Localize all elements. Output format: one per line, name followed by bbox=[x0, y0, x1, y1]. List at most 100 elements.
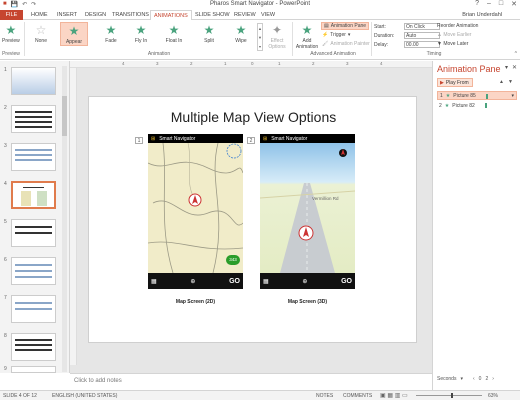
slide-thumbnail[interactable] bbox=[11, 257, 56, 285]
slide-thumbnail[interactable] bbox=[11, 333, 56, 361]
animation-none[interactable]: ☆ None bbox=[28, 22, 54, 44]
animation-pane-icon: ▤ bbox=[324, 23, 329, 29]
animation-label: Wipe bbox=[235, 38, 247, 44]
zoom-icon: ⊕ bbox=[302, 278, 308, 285]
reorder-down-button[interactable]: ▼ bbox=[508, 79, 513, 85]
duration-input[interactable]: Auto bbox=[404, 32, 440, 39]
chevron-down-icon[interactable]: ▾ bbox=[505, 64, 508, 71]
start-select[interactable]: On Click bbox=[404, 23, 440, 30]
phone-image-2d[interactable]: ⊞ Smart Navigator 343 ▦ ⊕ GO bbox=[148, 134, 243, 289]
animation-pane-button[interactable]: ▤ Animation Pane bbox=[321, 22, 370, 30]
add-animation-button[interactable]: ★ Add Animation bbox=[296, 22, 318, 50]
tab-design[interactable]: DESIGN bbox=[82, 11, 109, 19]
collapse-ribbon-icon[interactable]: ^ bbox=[515, 51, 517, 57]
painter-icon: 🖌 bbox=[322, 41, 329, 47]
animation-item[interactable]: 2 ★ Picture 82 bbox=[437, 101, 517, 110]
slide-thumbnail[interactable] bbox=[11, 295, 56, 323]
tab-slide-show[interactable]: SLIDE SHOW bbox=[192, 11, 233, 19]
move-later-button[interactable]: ▼ Move Later bbox=[437, 41, 468, 47]
view-buttons: ▣ ▦ ▥ ▭ bbox=[380, 392, 408, 399]
play-from-button[interactable]: ▶ Play From bbox=[437, 78, 473, 87]
tab-home[interactable]: HOME bbox=[28, 11, 51, 19]
start-row: Start: On Click bbox=[374, 23, 440, 30]
star-icon: ★ bbox=[168, 23, 180, 37]
reorder-up-button[interactable]: ▲ bbox=[499, 79, 504, 85]
comments-button[interactable]: COMMENTS bbox=[343, 393, 372, 399]
map-roads bbox=[148, 143, 243, 273]
seconds-tick: 0 bbox=[478, 376, 482, 382]
preview-group-label: Preview bbox=[2, 51, 20, 57]
tab-transitions[interactable]: TRANSITIONS bbox=[109, 11, 152, 19]
slide-number: 7 bbox=[4, 295, 7, 301]
reading-view-icon[interactable]: ▥ bbox=[395, 393, 401, 399]
animation-item-label: Picture 85 bbox=[453, 92, 476, 99]
slide-thumbnails-pane: 1 2 3 4 5 6 7 8 9 bbox=[0, 61, 70, 373]
animation-fade[interactable]: ★ Fade bbox=[98, 22, 124, 44]
delay-row: Delay: 00.00 bbox=[374, 41, 440, 48]
animation-tag[interactable]: 1 bbox=[135, 137, 143, 144]
tab-insert[interactable]: INSERT bbox=[54, 11, 80, 19]
chevron-down-icon[interactable]: ▾ bbox=[460, 376, 463, 382]
caption-3d[interactable]: Map Screen (3D) bbox=[260, 299, 355, 305]
add-animation-label: Add Animation bbox=[295, 38, 319, 50]
slide-number: 2 bbox=[4, 105, 7, 111]
phone-image-3d[interactable]: ⊞ Smart Navigator Vermillion Rd ▦ ⊕ GO bbox=[260, 134, 355, 289]
trigger-button[interactable]: ⚡ Trigger ▾ bbox=[322, 32, 350, 38]
animation-float-in[interactable]: ★ Float In bbox=[160, 22, 188, 44]
animation-fly-in[interactable]: ★ Fly In bbox=[128, 22, 154, 44]
slideshow-icon[interactable]: ▭ bbox=[402, 393, 408, 399]
animation-appear[interactable]: ★ Appear bbox=[60, 22, 88, 46]
minimize-button[interactable]: – bbox=[487, 0, 491, 8]
scrollbar-thumb[interactable] bbox=[62, 96, 67, 136]
thumbnails-scrollbar[interactable] bbox=[62, 66, 67, 372]
preview-button[interactable]: ★ Preview bbox=[2, 22, 20, 44]
notes-pane[interactable]: Click to add notes bbox=[70, 373, 432, 390]
tab-review[interactable]: REVIEW bbox=[231, 11, 259, 19]
move-earlier-button[interactable]: ▲ Move Earlier bbox=[437, 32, 471, 38]
slide-thumbnail[interactable] bbox=[11, 219, 56, 247]
animation-painter-button[interactable]: 🖌 Animation Painter bbox=[322, 41, 370, 47]
road-label: Vermillion Rd bbox=[312, 196, 339, 201]
user-name[interactable]: Brian Underdahl bbox=[462, 12, 502, 18]
phone-app-title: Smart Navigator bbox=[271, 135, 308, 142]
animation-item[interactable]: 1 ★ Picture 85 ▾ bbox=[437, 91, 517, 100]
go-label: GO bbox=[229, 277, 240, 285]
zoom-slider-knob[interactable] bbox=[451, 393, 453, 398]
seconds-label[interactable]: Seconds bbox=[437, 376, 456, 382]
help-button[interactable]: ? bbox=[475, 0, 479, 8]
notes-button[interactable]: NOTES bbox=[316, 393, 333, 399]
slide[interactable]: Multiple Map View Options 1 ⊞ Smart Navi… bbox=[88, 96, 417, 343]
nav-left-icon[interactable]: ‹ bbox=[473, 376, 475, 382]
tab-view[interactable]: VIEW bbox=[258, 11, 278, 19]
move-later-label: Move Later bbox=[443, 41, 469, 47]
gallery-scroll[interactable]: ▲ ▼ ▾ bbox=[257, 23, 263, 51]
slide-title[interactable]: Multiple Map View Options bbox=[89, 109, 418, 125]
slide-thumbnail-active[interactable] bbox=[11, 181, 56, 209]
tab-file[interactable]: FILE bbox=[0, 10, 23, 20]
slide-number: 5 bbox=[4, 219, 7, 225]
ribbon: ★ Preview Preview ☆ None ★ Appear ★ Fade… bbox=[0, 20, 520, 60]
animation-split[interactable]: ★ Split bbox=[196, 22, 222, 44]
nav-right-icon[interactable]: › bbox=[492, 376, 494, 382]
delay-input[interactable]: 00.00 bbox=[404, 41, 440, 48]
slide-thumbnail[interactable] bbox=[11, 67, 56, 95]
effect-options-button[interactable]: ✦ Effect Options bbox=[265, 22, 289, 50]
slide-thumbnail[interactable] bbox=[11, 366, 56, 373]
chevron-down-icon[interactable]: ▾ bbox=[511, 93, 514, 99]
normal-view-icon[interactable]: ▣ bbox=[380, 393, 386, 399]
zoom-slider[interactable] bbox=[416, 393, 482, 398]
animation-wipe[interactable]: ★ Wipe bbox=[228, 22, 254, 44]
animation-tag[interactable]: 2 bbox=[247, 137, 255, 144]
maximize-button[interactable]: □ bbox=[499, 0, 503, 8]
slide-sorter-icon[interactable]: ▦ bbox=[387, 393, 393, 399]
map-2d: 343 bbox=[148, 143, 243, 273]
caption-2d[interactable]: Map Screen (2D) bbox=[148, 299, 243, 305]
star-icon: ★ bbox=[68, 24, 80, 38]
slide-thumbnail[interactable] bbox=[11, 143, 56, 171]
close-icon[interactable]: ✕ bbox=[512, 64, 517, 71]
phone-nav-bar: ▦ ⊕ GO bbox=[148, 273, 243, 289]
language-indicator[interactable]: ENGLISH (UNITED STATES) bbox=[52, 393, 117, 399]
slide-thumbnail[interactable] bbox=[11, 105, 56, 133]
close-button[interactable]: ✕ bbox=[511, 0, 517, 8]
zoom-level[interactable]: 63% bbox=[488, 393, 498, 399]
